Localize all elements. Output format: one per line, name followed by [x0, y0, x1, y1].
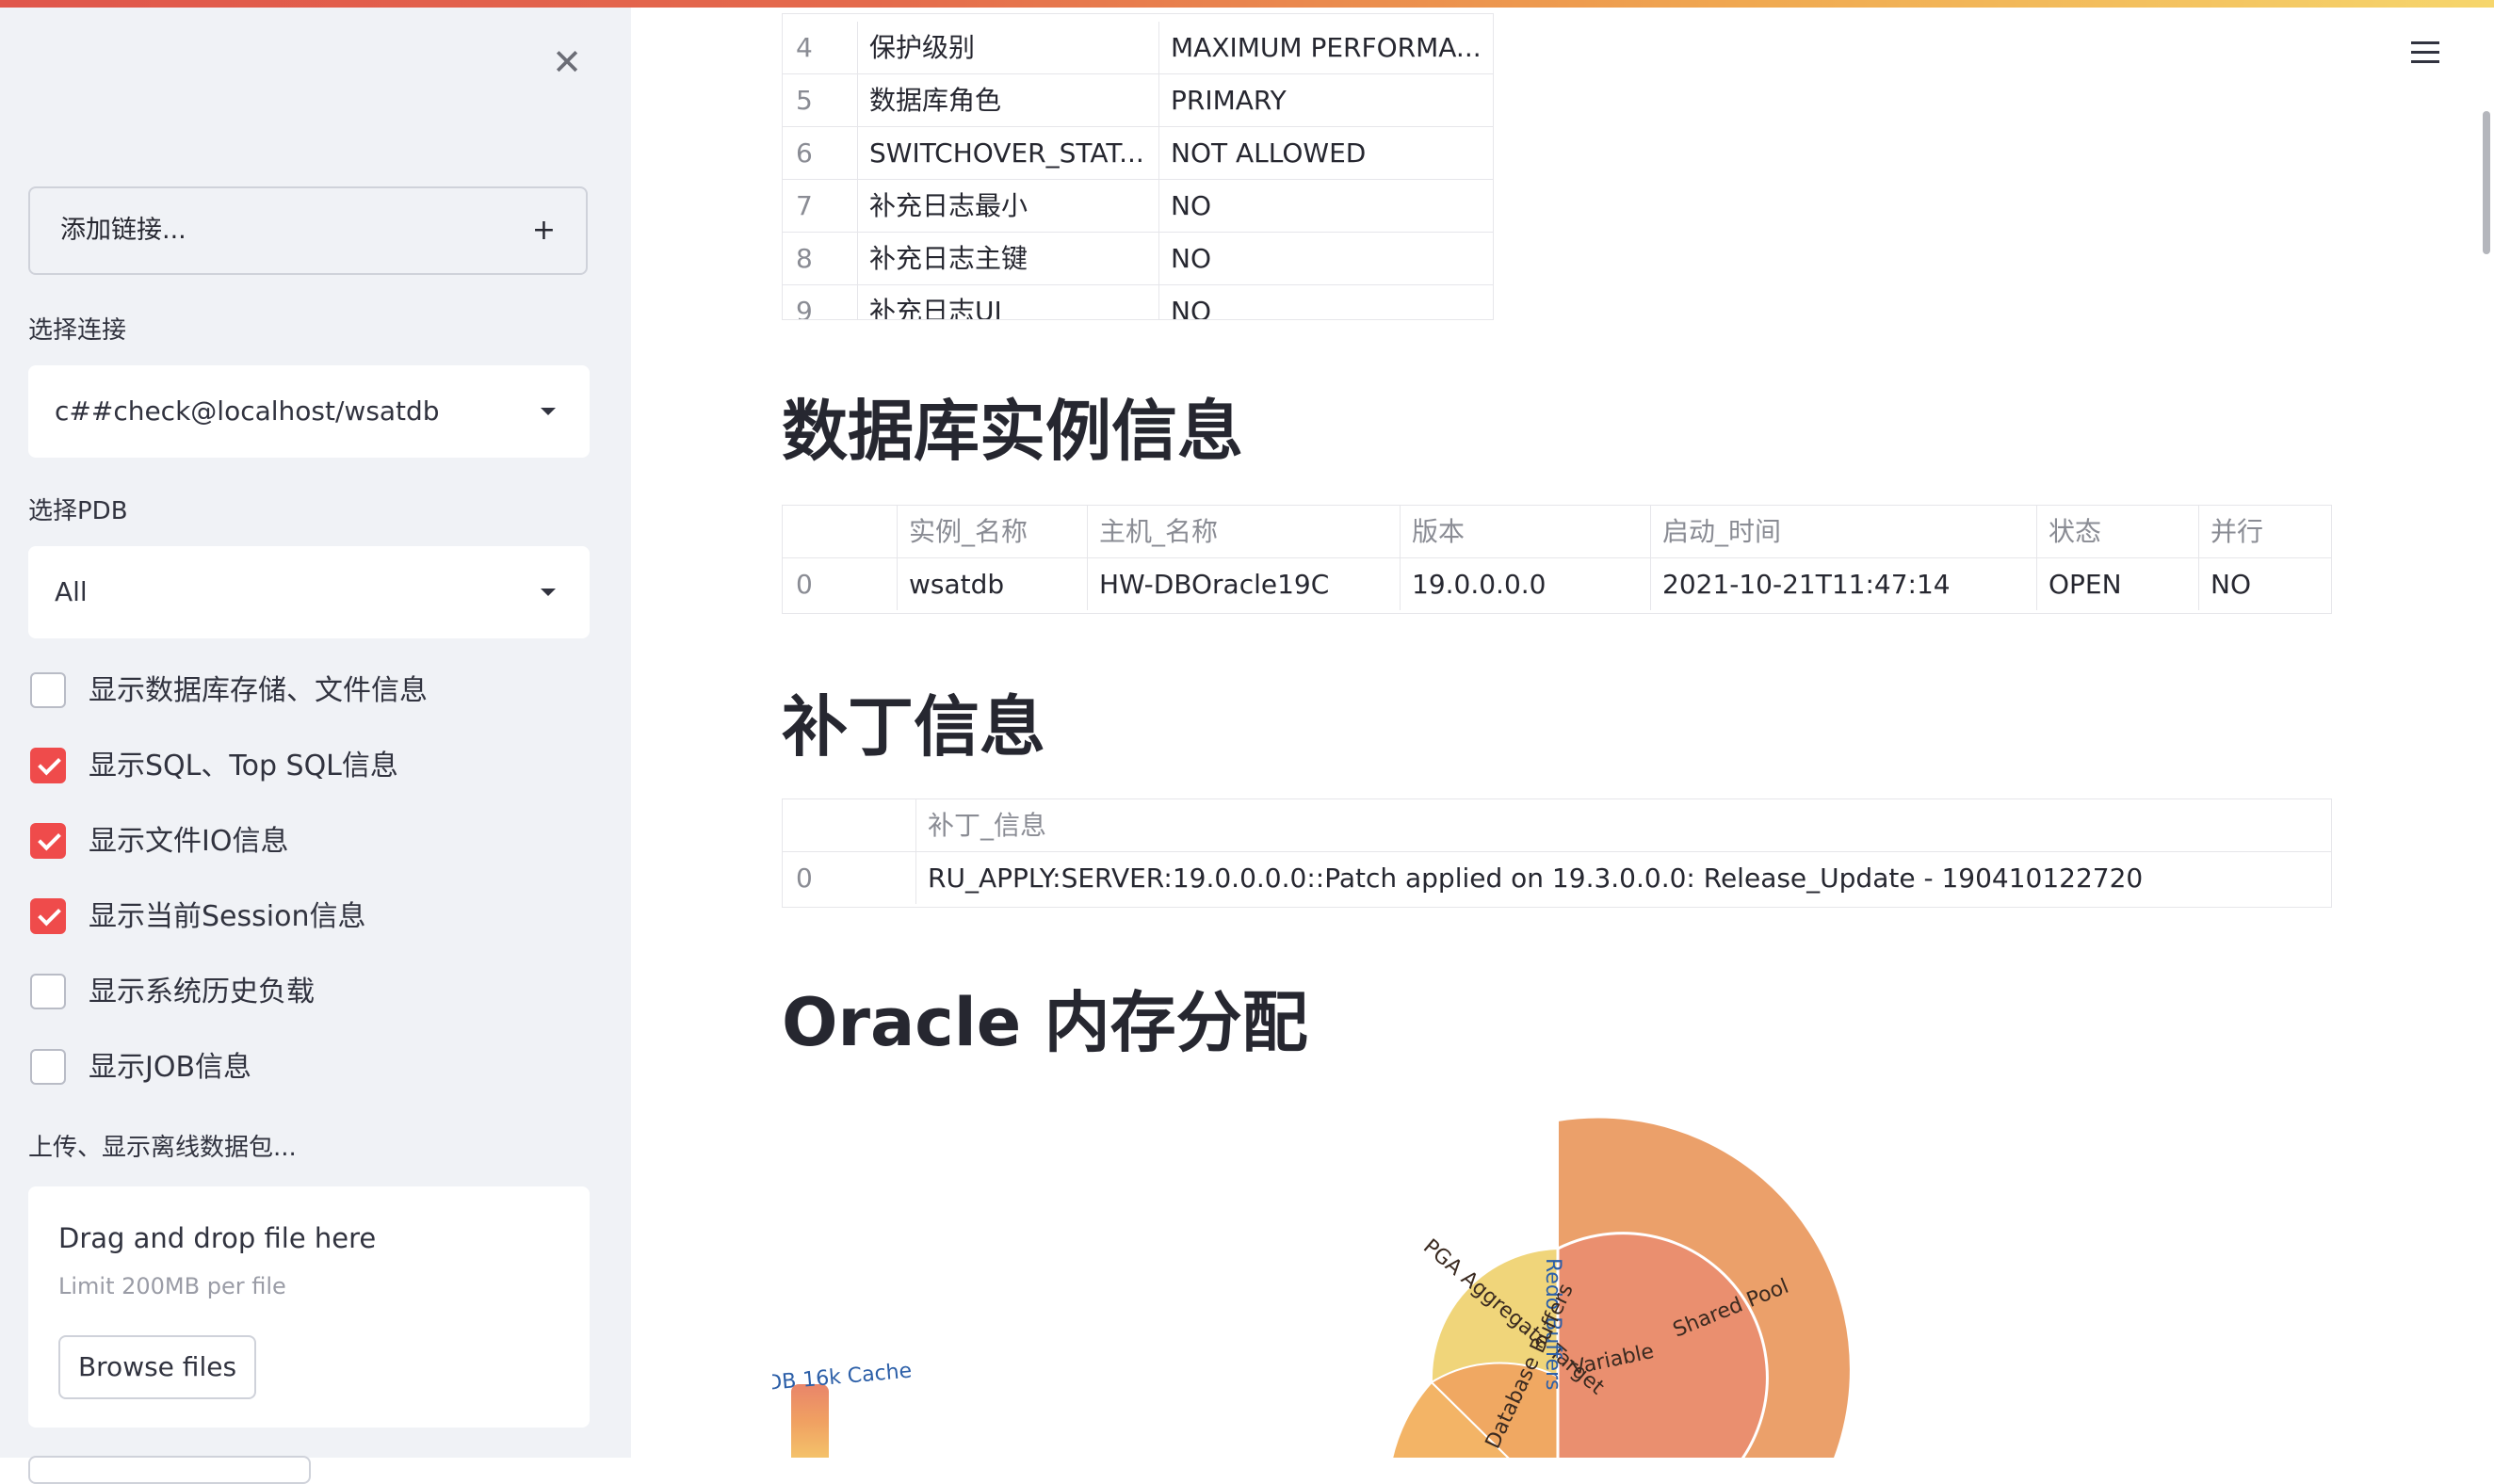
table-cell: MAXIMUM PERFORMA...: [1171, 32, 1480, 63]
row-index: 0: [783, 852, 916, 904]
table-row: 4 保护级别 MAXIMUM PERFORMA...: [783, 22, 1493, 74]
add-link-label: 添加链接...: [60, 216, 186, 245]
slice-label: DB 16k Cache: [772, 1360, 913, 1395]
checkbox-box[interactable]: [30, 1049, 66, 1085]
sidebar: ✕ 添加链接... + 选择连接 c##check@localhost/wsat…: [0, 8, 631, 1484]
table-cell: RU_APPLY:SERVER:19.0.0.0.0::Patch applie…: [928, 863, 2144, 894]
row-index: 5: [783, 74, 858, 126]
table-header-row: 实例_名称 主机_名称 版本 启动_时间 状态 并行: [783, 506, 2331, 558]
top-progress-bar: [0, 0, 2494, 8]
column-header: 启动_时间: [1651, 506, 2037, 557]
table-row: 7 补充日志最小 NO: [783, 180, 1493, 233]
checkbox-label: 显示JOB信息: [89, 1051, 252, 1084]
close-sidebar-icon[interactable]: ✕: [546, 41, 588, 83]
chevron-down-icon: [541, 408, 556, 415]
table-row: 6 SWITCHOVER_STAT... NOT ALLOWED: [783, 127, 1493, 180]
patch-table: 补丁_信息 0 RU_APPLY:SERVER:19.0.0.0.0::Patc…: [782, 798, 2332, 908]
checkbox-box[interactable]: [30, 974, 66, 1009]
column-header: 状态: [2037, 506, 2199, 557]
browse-files-button[interactable]: Browse files: [58, 1335, 256, 1399]
checkbox-label: 显示当前Session信息: [89, 900, 366, 933]
select-pdb-label: 选择PDB: [28, 497, 128, 525]
checkbox-box[interactable]: [30, 898, 66, 934]
select-connection-dropdown[interactable]: c##check@localhost/wsatdb: [28, 365, 590, 458]
db-info-table: 4 保护级别 MAXIMUM PERFORMA... 5 数据库角色 PRIMA…: [782, 13, 1494, 320]
row-index: 7: [783, 180, 858, 232]
table-cell: 补充日志主键: [858, 233, 1159, 284]
scrollbar[interactable]: [2483, 111, 2490, 254]
table-cell: NO: [2211, 569, 2251, 600]
checkbox-label: 显示SQL、Top SQL信息: [89, 750, 398, 782]
file-upload-dropzone[interactable]: Drag and drop file here Limit 200MB per …: [28, 1186, 590, 1428]
checkbox-box[interactable]: [30, 748, 66, 783]
checkbox-label: 显示系统历史负载: [89, 976, 315, 1008]
row-index: 6: [783, 127, 858, 179]
table-row: 8 补充日志主键 NO: [783, 233, 1493, 285]
select-connection-value: c##check@localhost/wsatdb: [55, 395, 440, 427]
table-cell: SWITCHOVER_STAT...: [858, 127, 1159, 179]
table-row: 0 RU_APPLY:SERVER:19.0.0.0.0::Patch appl…: [783, 852, 2331, 905]
memory-sunburst-chart: Shared Pool Variable PGA Aggregate Targe…: [772, 1116, 1852, 1458]
table-cell: NOT ALLOWED: [1171, 137, 1367, 169]
column-header: 主机_名称: [1088, 506, 1401, 557]
column-header: [783, 799, 916, 851]
upload-drag-text: Drag and drop file here: [58, 1222, 377, 1254]
instance-table: 实例_名称 主机_名称 版本 启动_时间 状态 并行 0 wsatdb HW-D…: [782, 505, 2332, 614]
checkbox-label: 显示数据库存储、文件信息: [89, 674, 428, 707]
memory-section-title: Oracle 内存分配: [782, 984, 1308, 1061]
table-cell: NO: [1171, 190, 1211, 221]
table-row: 5 数据库角色 PRIMARY: [783, 74, 1493, 127]
table-cell: 19.0.0.0.0: [1401, 558, 1651, 610]
table-cell: OPEN: [2037, 558, 2199, 610]
table-cell: 数据库角色: [858, 74, 1159, 126]
table-cell: PRIMARY: [1171, 85, 1287, 116]
table-cell: 补充日志UI: [858, 285, 1159, 319]
table-row: 9 补充日志UI NO: [783, 285, 1493, 320]
instance-section-title: 数据库实例信息: [782, 393, 1243, 470]
table-cell: wsatdb: [898, 558, 1088, 610]
checkbox-label: 显示文件IO信息: [89, 825, 289, 858]
row-index: 8: [783, 233, 858, 284]
column-header: [783, 506, 898, 557]
table-header-row: 补丁_信息: [783, 799, 2331, 852]
checkbox-box[interactable]: [30, 823, 66, 859]
table-cell: 保护级别: [858, 22, 1159, 73]
sidebar-button-partial[interactable]: [28, 1456, 311, 1484]
table-cell: NO: [1171, 296, 1211, 320]
table-row: 0 wsatdb HW-DBOracle19C 19.0.0.0.0 2021-…: [783, 558, 2331, 611]
row-index: 0: [783, 558, 898, 610]
upload-label: 上传、显示离线数据包...: [28, 1134, 297, 1162]
row-index: 4: [783, 22, 858, 73]
table-cell: HW-DBOracle19C: [1088, 558, 1401, 610]
column-header: 补丁_信息: [928, 810, 1047, 841]
upload-limit-text: Limit 200MB per file: [58, 1273, 286, 1299]
main-menu-icon[interactable]: [2411, 41, 2439, 64]
checkbox-box[interactable]: [30, 672, 66, 708]
plus-icon: +: [531, 214, 556, 247]
select-pdb-value: All: [55, 576, 88, 607]
table-cell: 补充日志最小: [858, 180, 1159, 232]
select-pdb-dropdown[interactable]: All: [28, 546, 590, 638]
select-connection-label: 选择连接: [28, 316, 127, 345]
chevron-down-icon: [541, 589, 556, 596]
column-header: 实例_名称: [898, 506, 1088, 557]
column-header: 版本: [1401, 506, 1651, 557]
add-link-button[interactable]: 添加链接... +: [28, 186, 588, 275]
patch-section-title: 补丁信息: [782, 688, 1045, 766]
row-index: 9: [783, 285, 858, 319]
table-cell: NO: [1171, 243, 1211, 274]
column-header: 并行: [2211, 516, 2264, 547]
table-cell: 2021-10-21T11:47:14: [1651, 558, 2037, 610]
